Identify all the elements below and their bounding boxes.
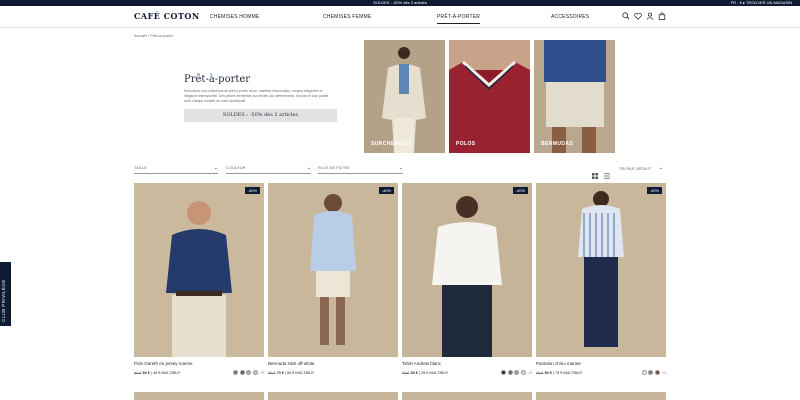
color-swatch[interactable]: [648, 370, 653, 375]
old-price: 39 €: [402, 371, 410, 375]
category-label: BERMUDAS: [541, 141, 574, 147]
discount-badge: -40%: [244, 187, 260, 194]
product-image[interactable]: [402, 392, 532, 400]
current-price: 30 €: [410, 371, 418, 375]
color-swatch[interactable]: [233, 370, 238, 375]
multibuy-price: 75 € MULTIBUY: [554, 371, 583, 375]
nav-chemises-homme[interactable]: CHEMISES HOMME: [210, 14, 259, 20]
more-colors[interactable]: +1: [662, 371, 666, 375]
old-price: 90 €: [134, 371, 142, 375]
nav-pret-a-porter[interactable]: PRÊT-À-PORTER: [437, 14, 481, 24]
surchemise-model-photo: [364, 40, 445, 153]
breadcrumb[interactable]: Accueil / Prêt-à-porter: [134, 33, 173, 38]
site-logo[interactable]: CAFÉ COTON: [134, 11, 200, 21]
sale-banner[interactable]: SOLDES : -50% dès 2 articles: [184, 109, 337, 122]
grid-view-icon[interactable]: [592, 166, 598, 179]
chevron-down-icon: ⌄: [306, 165, 311, 171]
current-price: 90 €: [544, 371, 552, 375]
sort-select[interactable]: TRI PAR DÉFAUT ⌄: [619, 165, 663, 171]
filter-label: COULEUR: [226, 165, 246, 170]
product-price: 39 € 30 € | 25 € MULTIBUY: [402, 371, 449, 375]
sort-label: TRI PAR DÉFAUT: [619, 166, 652, 171]
polo-closeup-photo: [449, 40, 530, 153]
model-photo: [268, 183, 398, 357]
product-image[interactable]: [536, 392, 666, 400]
site-header: CAFÉ COTON CHEMISES HOMME CHEMISES FEMME…: [0, 6, 800, 28]
color-swatch[interactable]: [514, 370, 519, 375]
color-swatch[interactable]: [252, 370, 258, 375]
nav-accessoires[interactable]: ACCESSOIRES: [551, 14, 589, 20]
more-colors[interactable]: +2: [528, 371, 532, 375]
product-image[interactable]: -40%: [268, 183, 398, 357]
multibuy-price: 25 € MULTIBUY: [420, 371, 449, 375]
filter-plus[interactable]: PLUS DE FILTRE ⌄: [318, 165, 403, 174]
current-price: 70 €: [276, 371, 284, 375]
list-view-icon[interactable]: [604, 166, 610, 179]
product-image[interactable]: -40%: [536, 183, 666, 357]
color-swatches: +2: [233, 370, 264, 375]
category-tile-surchemises[interactable]: SURCHEMISES: [364, 40, 445, 153]
filter-taille[interactable]: TAILLE ⌄: [134, 165, 218, 174]
color-swatches: +2: [501, 370, 532, 375]
category-tile-bermudas[interactable]: BERMUDAS: [534, 40, 615, 153]
product-image[interactable]: -40%: [134, 183, 264, 357]
filter-couleur[interactable]: COULEUR ⌄: [226, 165, 311, 174]
search-icon[interactable]: [622, 12, 630, 20]
product-name[interactable]: Pantalon chino marine: [536, 361, 581, 366]
view-toggle: [592, 166, 610, 179]
old-price: 90 €: [268, 371, 276, 375]
current-price: 54 €: [142, 371, 150, 375]
category-label: POLOS: [456, 141, 476, 147]
product-price: 99 € 90 € | 75 € MULTIBUY: [536, 371, 583, 375]
product-price: 90 € 54 € | 45 € MULTIBUY: [134, 371, 181, 375]
color-swatch[interactable]: [239, 370, 245, 375]
color-swatch[interactable]: [501, 370, 506, 375]
product-name[interactable]: Bermuda Nick off-white: [268, 361, 314, 366]
color-swatch[interactable]: [654, 370, 660, 375]
multibuy-price: 45 € MULTIBUY: [152, 371, 181, 375]
old-price: 99 €: [536, 371, 544, 375]
nav-chemises-femme[interactable]: CHEMISES FEMME: [323, 14, 371, 20]
color-swatch[interactable]: [641, 370, 647, 375]
color-swatches: +1: [641, 370, 666, 375]
color-swatch[interactable]: [246, 370, 251, 375]
chevron-down-icon: ⌄: [398, 165, 403, 171]
category-tile-polos[interactable]: POLOS: [449, 40, 530, 153]
club-privilege-tab[interactable]: CLUB PRIVILÈGE: [0, 262, 11, 326]
color-swatch[interactable]: [507, 370, 513, 375]
chevron-down-icon: ⌄: [658, 165, 663, 171]
category-label: SURCHEMISES: [371, 141, 413, 147]
multibuy-price: 55 € MULTIBUY: [286, 371, 315, 375]
chevron-down-icon: ⌄: [213, 165, 218, 171]
filter-label: PLUS DE FILTRE: [318, 165, 350, 170]
discount-badge: -40%: [512, 187, 528, 194]
discount-badge: -40%: [378, 187, 394, 194]
model-photo: [134, 183, 264, 357]
page-description: Découvrez nos collections de prêt-à-port…: [184, 89, 329, 103]
discount-badge: -40%: [646, 187, 662, 194]
model-photo: [402, 183, 532, 357]
user-icon[interactable]: [646, 12, 654, 20]
product-image[interactable]: [134, 392, 264, 400]
page-title: Prêt-à-porter: [184, 74, 251, 85]
heart-icon[interactable]: [634, 12, 642, 20]
more-colors[interactable]: +2: [260, 371, 264, 375]
color-swatch[interactable]: [520, 370, 526, 375]
filter-label: TAILLE: [134, 165, 148, 170]
product-name[interactable]: Tshirt Andrew blanc: [402, 361, 441, 366]
header-icons: [622, 12, 666, 20]
product-price: 90 € 70 € | 55 € MULTIBUY: [268, 371, 315, 375]
product-image[interactable]: [268, 392, 398, 400]
bag-icon[interactable]: [658, 12, 666, 20]
bermuda-model-photo: [534, 40, 615, 153]
club-label: CLUB PRIVILÈGE: [1, 279, 6, 322]
product-image[interactable]: -40%: [402, 183, 532, 357]
product-name[interactable]: Polo Gareth en jersey marine: [134, 361, 193, 366]
model-photo: [536, 183, 666, 357]
